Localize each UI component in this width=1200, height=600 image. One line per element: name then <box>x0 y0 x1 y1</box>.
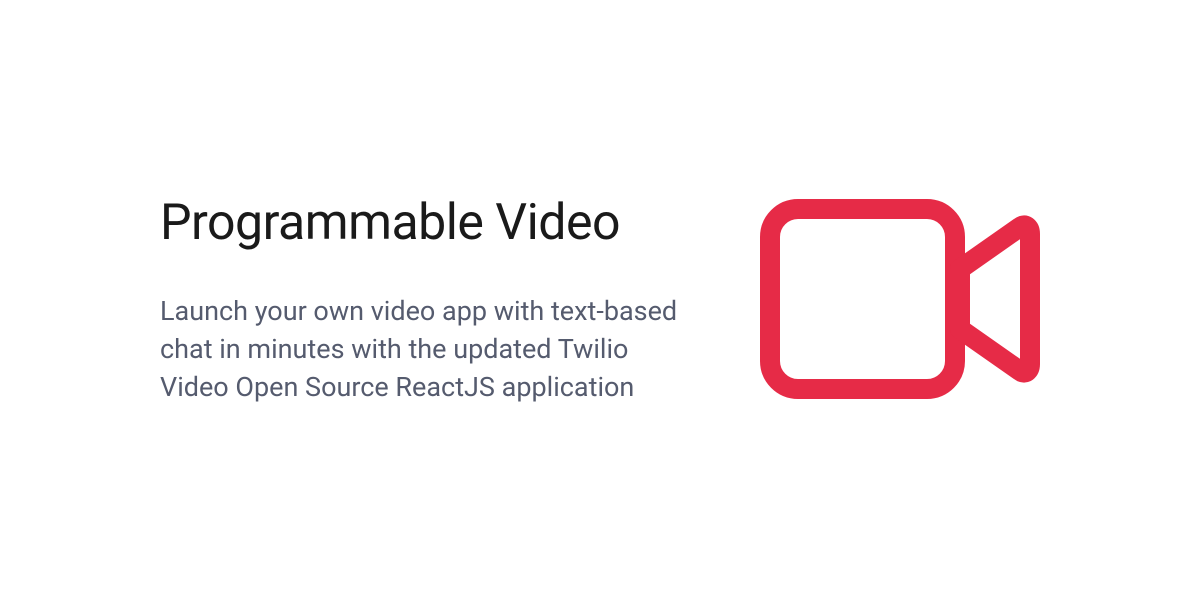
page-description: Launch your own video app with text-base… <box>160 292 700 407</box>
text-block: Programmable Video Launch your own video… <box>160 194 700 407</box>
hero-content: Programmable Video Launch your own video… <box>160 194 1100 407</box>
page-title: Programmable Video <box>160 194 700 252</box>
icon-block <box>760 194 1040 403</box>
video-camera-icon <box>760 199 1040 399</box>
